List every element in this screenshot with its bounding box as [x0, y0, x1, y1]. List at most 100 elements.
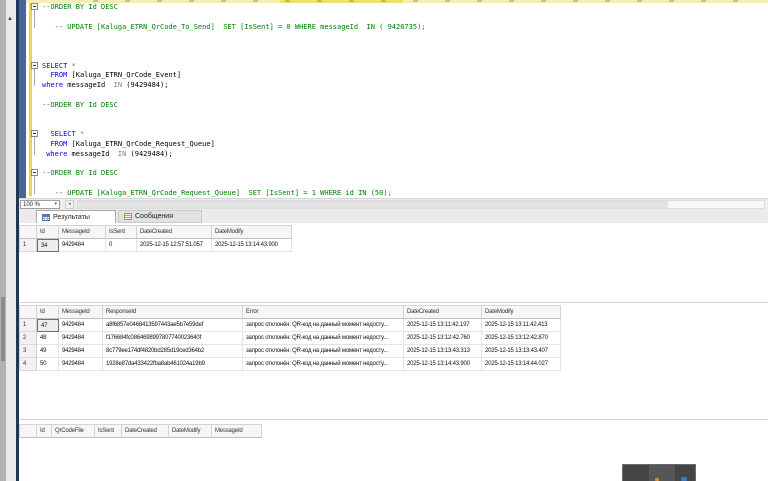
grid-cell[interactable]: 2025-12-15 13:13:43.313 — [404, 345, 482, 358]
grid-cell[interactable]: 2025-12-15 13:13:43.407 — [482, 345, 561, 358]
code-line[interactable]: --ORDER BY Id DESC — [42, 168, 118, 178]
tab-label: Сообщения — [135, 213, 173, 220]
column-header[interactable]: MessageId — [59, 306, 103, 319]
grid-corner-cell[interactable] — [20, 226, 37, 239]
code-line[interactable]: -- UPDATE [Kaluga_ETRN_QrCode_To_Send] S… — [42, 22, 426, 32]
grid-cell[interactable]: запрос отклонён: QR-код на данный момент… — [243, 358, 404, 371]
grid-splitter[interactable] — [19, 419, 768, 420]
code-line[interactable]: --ORDER BY Id DESC — [42, 2, 118, 12]
code-line[interactable]: FROM [Kaluga_ETRN_QrCode_Event] — [42, 70, 181, 80]
scroll-up-icon[interactable]: ▲ — [7, 16, 13, 22]
column-header[interactable]: ResponseId — [103, 306, 243, 319]
code-segment: -- UPDATE [Kaluga_ETRN_QrCode_Request_Qu… — [42, 188, 392, 197]
taskbar-fragment[interactable] — [622, 464, 696, 481]
code-line[interactable]: SELECT * — [42, 61, 76, 71]
results-pane: Id MessageId IsSent DateCreated DateModify 1 3… — [19, 223, 768, 481]
code-segment: --ORDER BY Id DESC — [42, 169, 118, 178]
row-header[interactable]: 1 — [20, 319, 37, 332]
change-tracking-bar — [29, 3, 32, 196]
column-header[interactable]: DateCreated — [122, 425, 169, 438]
code-line[interactable]: where messageId IN (9429484); — [42, 80, 168, 90]
results-grid-2: Id MessageId ResponseId Error DateCreated Dat… — [19, 305, 561, 371]
results-grid-1: Id MessageId IsSent DateCreated DateModify 1 3… — [19, 225, 292, 252]
grid-cell[interactable]: 2025-12-15 13:14:43.900 — [212, 239, 292, 252]
chevron-down-icon[interactable]: ▾ — [54, 202, 57, 207]
grid-cell[interactable]: 2025-12-15 13:14:44.027 — [482, 358, 561, 371]
column-header[interactable]: DateModify — [482, 306, 561, 319]
grid-cell[interactable]: запрос отклонён: QR-код на данный момент… — [243, 319, 404, 332]
grid-cell[interactable]: 9429484 — [59, 239, 106, 252]
grid-cell[interactable]: 9429484 — [59, 345, 103, 358]
zoom-control[interactable]: 100 % ▾ — [20, 200, 60, 209]
horizontal-scrollbar-thumb[interactable] — [78, 201, 668, 208]
column-header[interactable]: Id — [37, 226, 59, 239]
column-header[interactable]: Error — [243, 306, 404, 319]
column-header[interactable]: DateCreated — [404, 306, 482, 319]
tab-results[interactable]: Результаты — [36, 210, 116, 223]
column-header[interactable]: QrCodeFile — [52, 425, 95, 438]
code-line[interactable]: -- UPDATE [Kaluga_ETRN_QrCode_Request_Qu… — [42, 188, 392, 198]
grid-cell[interactable]: 9429484 — [59, 319, 103, 332]
row-header[interactable]: 3 — [20, 345, 37, 358]
grid-cell[interactable]: 2025-12-15 12:57:51.057 — [137, 239, 212, 252]
scrollbar-thumb[interactable] — [1, 297, 5, 361]
code-line[interactable]: --ORDER BY Id DESC — [42, 100, 118, 110]
background-scrollbar-track — [6, 0, 16, 481]
grid-cell[interactable]: a8f6857e0468413597443ae5b7e59def — [103, 319, 243, 332]
grid-splitter[interactable] — [19, 302, 768, 303]
sql-editor[interactable]: --ORDER BY Id DESC -- UPDATE [Kaluga_ETR… — [26, 0, 768, 198]
column-header[interactable]: IsSent — [95, 425, 122, 438]
code-segment: * — [75, 130, 85, 139]
collapse-minus-icon[interactable] — [31, 61, 38, 69]
grid-corner-cell[interactable] — [20, 306, 37, 319]
grid-cell[interactable]: 2025-12-15 13:14:43.900 — [404, 358, 482, 371]
collapse-minus-icon[interactable] — [31, 169, 38, 177]
grid-cell[interactable]: запрос отклонён: QR-код на данный момент… — [243, 345, 404, 358]
row-header[interactable]: 1 — [20, 239, 37, 252]
scroll-left-icon[interactable]: ◂ — [65, 200, 74, 209]
grid-cell[interactable]: 34 — [37, 239, 59, 252]
grid-cell[interactable]: 0 — [106, 239, 137, 252]
row-header[interactable]: 4 — [20, 358, 37, 371]
column-header[interactable]: Id — [37, 425, 52, 438]
outline-connector — [34, 68, 35, 87]
editor-bottom-bar: 100 % ▾ ◂ — [19, 198, 768, 209]
column-header[interactable]: Id — [37, 306, 59, 319]
grid-cell[interactable]: запрос отклонён: QR-код на данный момент… — [243, 332, 404, 345]
code-line[interactable]: FROM [Kaluga_ETRN_QrCode_Request_Queue] — [42, 139, 214, 149]
results-grid-icon — [42, 213, 50, 221]
grid-cell[interactable]: 9429484 — [59, 332, 103, 345]
code-line[interactable]: where messageId IN (9429484); — [42, 149, 172, 159]
column-header[interactable]: DateModify — [212, 226, 292, 239]
grid-cell[interactable]: 1928e87da433422fba8ab461024a19b9 — [103, 358, 243, 371]
grid-cell[interactable]: 50 — [37, 358, 59, 371]
column-header[interactable]: DateModify — [169, 425, 212, 438]
collapse-minus-icon[interactable] — [31, 3, 38, 10]
collapse-minus-icon[interactable] — [31, 130, 38, 138]
code-line[interactable]: SELECT * — [42, 129, 84, 139]
grid-cell[interactable]: 8c779ee174df4820bd285d19ced364b2 — [103, 345, 243, 358]
grid-cell[interactable]: 49 — [37, 345, 59, 358]
column-header[interactable]: DateCreated — [137, 226, 212, 239]
column-header[interactable]: MessageId — [59, 226, 106, 239]
horizontal-scrollbar[interactable] — [77, 200, 765, 209]
row-header[interactable]: 2 — [20, 332, 37, 345]
code-segment: * — [67, 61, 76, 70]
grid-cell[interactable]: 2025-12-15 13:12:42.870 — [482, 332, 561, 345]
outline-connector — [34, 137, 35, 155]
table-row: 2 48 9429484 f176684fc086469899780774002364… — [20, 332, 561, 345]
grid-cell[interactable]: f176684fc0864698997807740023640f — [103, 332, 243, 345]
grid-cell[interactable]: 2025-12-15 13:11:42.413 — [482, 319, 561, 332]
grid-cell[interactable]: 2025-12-15 13:12:42.760 — [404, 332, 482, 345]
grid-cell[interactable]: 2025-12-15 13:11:42.197 — [404, 319, 482, 332]
grid-cell[interactable]: 48 — [37, 332, 59, 345]
grid-cell[interactable]: 47 — [37, 319, 59, 332]
column-header[interactable]: IsSent — [106, 226, 137, 239]
taskbar-button[interactable] — [649, 465, 675, 481]
tab-messages[interactable]: Сообщения — [118, 210, 202, 223]
grid-cell[interactable]: 9429484 — [59, 358, 103, 371]
column-header[interactable]: MessageId — [212, 425, 262, 438]
toolbar-ticks — [66, 0, 746, 2]
code-segment: --ORDER BY Id DESC — [42, 100, 118, 109]
grid-corner-cell[interactable] — [20, 425, 37, 438]
